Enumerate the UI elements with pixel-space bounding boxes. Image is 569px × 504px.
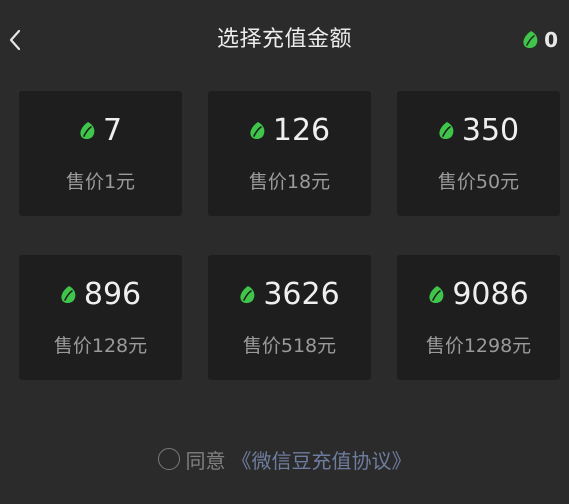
header: 选择充值金额 0	[0, 0, 569, 80]
package-card[interactable]: 350 售价50元	[397, 91, 560, 216]
package-amount: 126	[272, 113, 331, 148]
package-card[interactable]: 126 售价18元	[208, 91, 371, 216]
package-price: 售价50元	[437, 171, 520, 193]
agree-radio[interactable]	[157, 448, 180, 470]
package-price: 售价1元	[65, 171, 136, 193]
bean-icon	[523, 31, 538, 48]
bean-icon	[61, 286, 76, 303]
package-amount: 9086	[452, 277, 529, 312]
bean-icon	[429, 286, 444, 303]
package-price: 售价18元	[248, 171, 331, 193]
balance-value: 0	[544, 28, 558, 52]
package-amount: 7	[102, 113, 123, 148]
agreement-link[interactable]: 《微信豆充值协议》	[232, 445, 412, 474]
package-amount-row: 896	[19, 277, 182, 313]
package-amount: 350	[461, 113, 520, 148]
package-amount-row: 350	[397, 113, 560, 149]
package-price: 售价128元	[53, 335, 148, 357]
package-price: 售价518元	[242, 335, 337, 357]
package-card[interactable]: 7 售价1元	[19, 91, 182, 216]
package-amount: 896	[83, 277, 142, 312]
package-amount-row: 9086	[397, 277, 560, 313]
agreement-prefix: 同意	[185, 448, 226, 473]
bean-icon	[439, 122, 454, 139]
bean-icon	[80, 122, 95, 139]
bean-icon	[250, 122, 265, 139]
page-title: 选择充值金额	[216, 27, 352, 52]
package-card[interactable]: 896 售价128元	[19, 255, 182, 380]
bean-balance: 0	[522, 26, 558, 54]
package-amount-row: 7	[19, 113, 182, 149]
package-price: 售价1298元	[425, 335, 532, 357]
package-card[interactable]: 9086 售价1298元	[397, 255, 560, 380]
package-card[interactable]: 3626 售价518元	[208, 255, 371, 380]
package-amount-row: 126	[208, 113, 371, 149]
package-amount: 3626	[263, 277, 340, 312]
package-amount-row: 3626	[208, 277, 371, 313]
agreement-row: 同意 《微信豆充值协议》	[0, 444, 569, 474]
bean-icon	[240, 286, 255, 303]
